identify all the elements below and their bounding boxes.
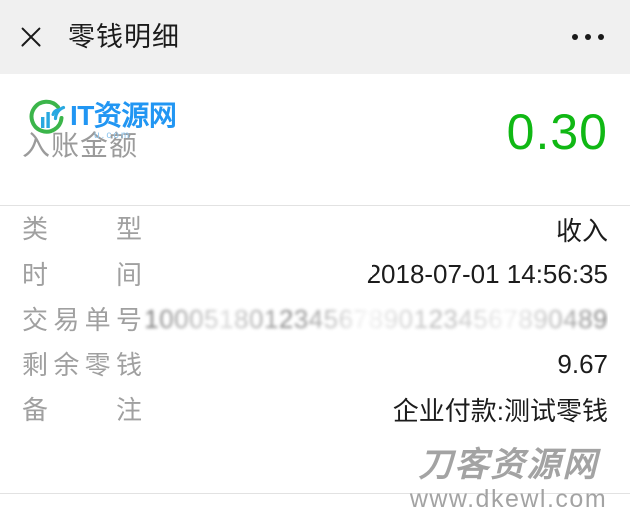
detail-value-time: 2018-07-01 14:56:35 (142, 259, 608, 290)
detail-value-order-id: 1000518012345678901234567890489 (144, 304, 608, 334)
detail-row-type: 类型 收入 (0, 206, 630, 252)
divider-bottom (0, 493, 630, 494)
more-dot-1 (572, 34, 578, 40)
detail-label-order-id: 交易单号 (22, 304, 142, 335)
close-icon[interactable] (16, 22, 46, 52)
redaction-mark-time-2 (317, 263, 323, 277)
more-options-icon[interactable] (568, 26, 608, 48)
detail-row-remark: 备注 企业付款:测试零钱 (0, 387, 630, 432)
detail-value-balance: 9.67 (557, 349, 608, 379)
watermark-dkewl-name: 刀客资源网 (418, 446, 599, 484)
more-dot-3 (598, 34, 604, 40)
title-bar: 零钱明细 (0, 0, 630, 74)
more-dot-2 (585, 34, 591, 40)
amount-value: 0.30 (506, 104, 608, 160)
detail-row-order-id: 交易单号 1000518012345678901234567890489 (0, 297, 630, 342)
page-title: 零钱明细 (68, 21, 180, 52)
redaction-mark-time-1 (268, 263, 275, 278)
redaction-mark-time-3 (366, 264, 372, 277)
amount-section: 入账金额 0.30 (0, 74, 630, 205)
detail-row-time: 时间 2018-07-01 14:56:35 (0, 252, 630, 297)
detail-list: 类型 收入 时间 2018-07-01 14:56:35 交易单号 100051… (0, 206, 630, 432)
amount-label: 入账金额 (22, 130, 139, 161)
detail-label-remark: 备注 (22, 394, 142, 425)
detail-label-balance: 剩余零钱 (22, 349, 142, 380)
detail-value-remark: 企业付款:测试零钱 (392, 396, 608, 426)
watermark-dkewl: 刀客资源网 www.dkewl.com (401, 446, 616, 513)
watermark-dkewl-url: www.dkewl.com (409, 484, 608, 513)
detail-label-type: 类型 (22, 214, 142, 244)
detail-label-time: 时间 (22, 259, 142, 290)
detail-row-balance: 剩余零钱 9.67 (0, 342, 630, 387)
detail-value-time-text: 2018-07-01 14:56:35 (366, 259, 608, 289)
detail-value-type: 收入 (555, 215, 608, 246)
